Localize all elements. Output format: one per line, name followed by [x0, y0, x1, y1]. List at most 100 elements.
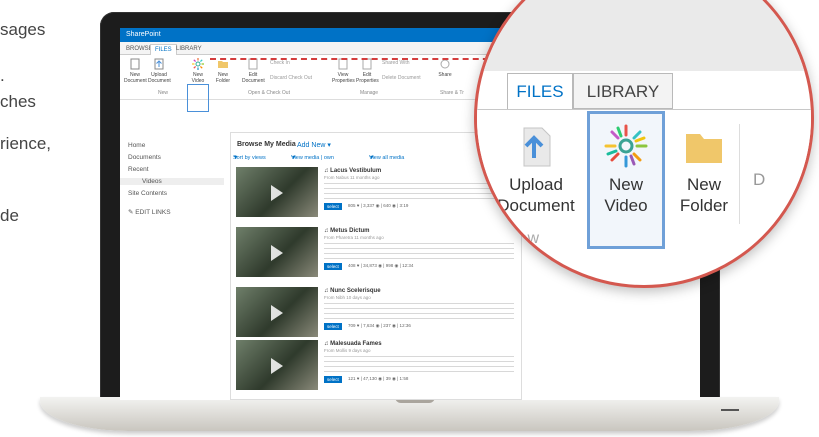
video-stats: 121 ♥ | 47,130 ◉ | 39 ◉ | 1:58 — [348, 376, 409, 381]
tab-files-magnified[interactable]: FILES — [507, 73, 573, 109]
button-label: New Document — [124, 72, 147, 84]
video-thumbnail[interactable] — [236, 287, 318, 337]
filter-all-label: View all media — [369, 155, 405, 161]
video-thumbnail[interactable] — [236, 167, 318, 217]
new-video-highlight — [187, 84, 209, 112]
filter-sort[interactable]: Sort by views ▼ — [233, 155, 266, 161]
magnified-ribbon: Upload Document New Video New Folder D N… — [477, 109, 811, 250]
video-stats: 408 ♥ | 34,873 ◉ | 998 ◉ | 12:34 — [348, 263, 414, 268]
new-video-button[interactable]: New Video — [589, 124, 663, 216]
button-label: New Folder — [215, 72, 231, 84]
new-folder-button[interactable]: New Folder — [669, 124, 739, 216]
app-title[interactable]: SharePoint — [126, 31, 161, 38]
button-label: Upload Document — [148, 72, 171, 84]
tab-library-magnified[interactable]: LIBRARY — [573, 73, 673, 109]
discard-check-out-button[interactable]: Discard Check Out — [270, 75, 312, 81]
video-thumbnail[interactable] — [236, 340, 318, 390]
delete-document-button[interactable]: Delete Document — [382, 75, 421, 81]
video-title-text: Nunc Scelerisque — [330, 288, 381, 294]
add-new-label: Add New — [297, 142, 326, 149]
nav-item-documents[interactable]: Documents — [128, 154, 161, 161]
upload-document-button[interactable]: Upload Document — [148, 58, 171, 84]
video-stats: 805 ♥ | 3,337 ◉ | 640 ◉ | 3:19 — [348, 203, 409, 208]
video-title[interactable]: ♫ Metus Dictum — [324, 228, 370, 234]
video-title-text: Metus Dictum — [330, 228, 370, 234]
add-new-button[interactable]: Add New ▾ — [297, 141, 331, 149]
upload-icon — [154, 58, 164, 70]
list-item[interactable]: ♫ Metus Dictum From Pharetra 11 months a… — [236, 227, 516, 285]
nav-item-recent[interactable]: Recent — [128, 166, 149, 173]
video-description — [324, 354, 514, 372]
button-label-line1: Upload — [509, 175, 563, 194]
button-label-line1: New — [686, 175, 721, 194]
video-meta: From Pharetra 11 months ago — [324, 235, 384, 240]
button-label: Edit Document — [242, 72, 265, 84]
upload-icon — [523, 127, 551, 167]
video-title[interactable]: ♫ Nunc Scelerisque — [324, 288, 381, 294]
button-label-line2: Folder — [679, 196, 729, 215]
cut-off-label: D — [753, 170, 766, 189]
laptop-mark — [721, 409, 739, 411]
video-meta: From Nabus 11 months ago — [324, 175, 380, 180]
upload-document-button[interactable]: Upload Document — [491, 124, 581, 216]
button-label: Edit Properties — [356, 72, 379, 84]
list-item[interactable]: ♫ Malesuada Fames From Mollis 9 days ago… — [236, 340, 516, 398]
video-thumbnail[interactable] — [236, 227, 318, 277]
list-item[interactable]: ♫ Lacus Vestibulum From Nabus 11 months … — [236, 167, 516, 225]
bg-line: sages — [0, 20, 46, 39]
new-video-icon — [604, 124, 648, 168]
check-in-button[interactable]: Check In — [270, 60, 290, 66]
video-meta: From Nibh 10 days ago — [324, 295, 371, 300]
bg-line: rience, — [0, 134, 52, 153]
shared-with-button[interactable]: Shared With — [382, 60, 410, 66]
filter-sort-label: Sort by views — [233, 155, 266, 161]
nav-item-site-contents[interactable]: Site Contents — [128, 190, 167, 197]
magnified-titlebar — [477, 0, 811, 71]
filter-view-own[interactable]: View media | own ▼ — [291, 155, 334, 161]
list-item[interactable]: ♫ Nunc Scelerisque From Nibh 10 days ago… — [236, 287, 516, 345]
edit-document-button[interactable]: Edit Document — [242, 58, 265, 84]
edit-links-label: EDIT LINKS — [135, 209, 171, 216]
folder-icon — [686, 134, 722, 163]
select-button[interactable]: select — [324, 376, 342, 383]
laptop-base — [40, 397, 779, 431]
bg-line: ches — [0, 92, 36, 111]
video-title-text: Lacus Vestibulum — [330, 168, 382, 174]
nav-item-videos[interactable]: Videos — [120, 178, 224, 185]
video-stats: 709 ♥ | 7,634 ◉ | 237 ◉ | 12:36 — [348, 323, 411, 328]
nav-item-home[interactable]: Home — [128, 142, 145, 149]
select-button[interactable]: select — [324, 203, 342, 210]
filter-view-label: View media | own — [291, 155, 334, 161]
select-button[interactable]: select — [324, 323, 342, 330]
filter-view-all[interactable]: View all media ▼ — [369, 155, 404, 161]
button-label-line2: Video — [604, 196, 648, 215]
button-label-line1: New — [608, 175, 643, 194]
new-folder-button[interactable]: New Folder — [212, 58, 234, 84]
tab-library[interactable]: LIBRARY — [172, 44, 206, 54]
button-label: View Properties — [332, 72, 355, 84]
new-document-button[interactable]: New Document — [124, 58, 147, 84]
button-label: Share — [438, 72, 452, 78]
panel-title: Browse My Media — [237, 141, 296, 148]
edit-properties-button[interactable]: Edit Properties — [356, 58, 379, 84]
bg-line: . — [0, 66, 5, 85]
bg-line: de — [0, 206, 19, 225]
group-label-manage: Manage — [360, 90, 379, 96]
button-label: New Video — [191, 72, 205, 84]
video-meta: From Mollis 9 days ago — [324, 348, 371, 353]
video-title[interactable]: ♫ Malesuada Fames — [324, 341, 382, 347]
edit-links-button[interactable]: ✎ EDIT LINKS — [128, 208, 171, 216]
group-label-new: New — [507, 230, 540, 247]
ribbon-separator — [739, 124, 740, 224]
view-properties-button[interactable]: View Properties — [332, 58, 355, 84]
group-label-share: Share & Tr — [440, 90, 464, 96]
video-title-text: Malesuada Fames — [330, 341, 382, 347]
magnifier-callout: FILES LIBRARY Upload Document New Video … — [474, 0, 814, 288]
video-title[interactable]: ♫ Lacus Vestibulum — [324, 168, 381, 174]
share-button[interactable]: Share — [434, 58, 456, 78]
group-label-open: Open & Check Out — [248, 90, 290, 96]
new-video-button[interactable]: New Video — [187, 58, 209, 84]
button-label-line2: Document — [497, 196, 575, 215]
video-description — [324, 301, 514, 319]
select-button[interactable]: select — [324, 263, 342, 270]
